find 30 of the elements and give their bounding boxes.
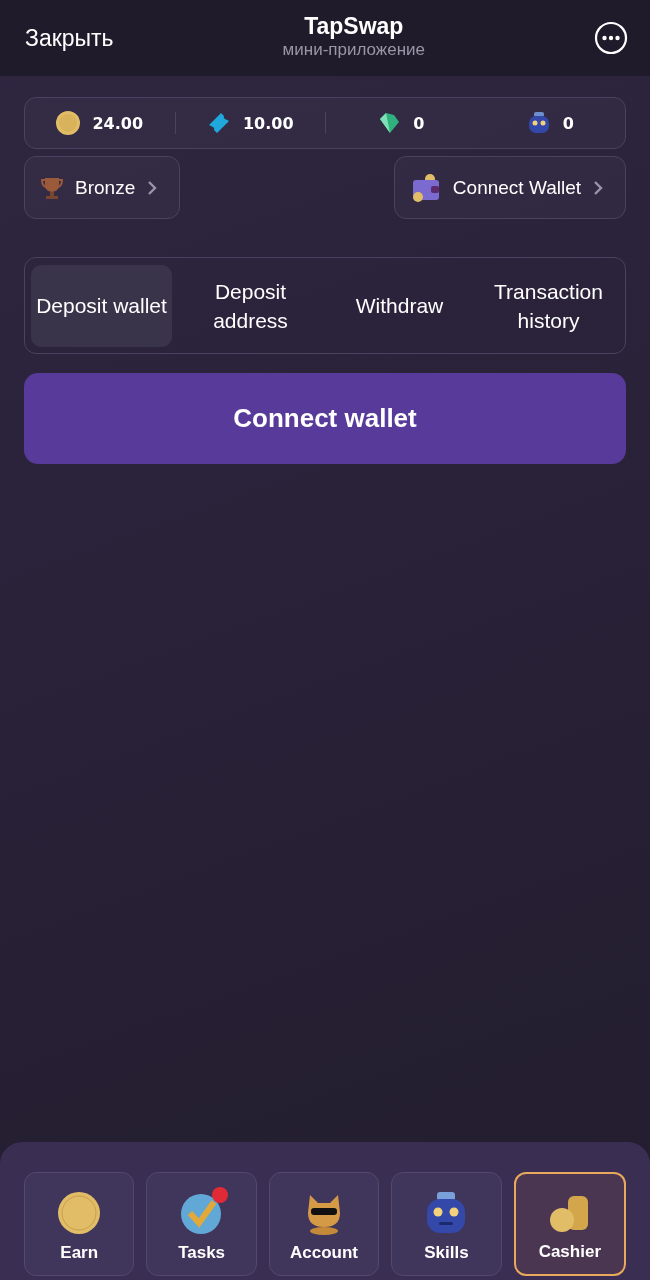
checkmark-icon [179,1191,224,1235]
nav-item[interactable]: Cashier [513,1172,627,1276]
tab[interactable]: Transaction history [478,264,619,347]
balance-value: 0 [413,113,425,133]
balance-value: 0 [562,113,574,133]
chevron-icon [593,179,603,196]
nav-item[interactable]: Earn [24,1172,135,1276]
gem-icon [377,111,402,135]
coin-icon [56,111,81,135]
tab[interactable]: Deposit wallet [31,264,172,347]
app-subtitle: мини-приложение [282,39,425,60]
trophy-icon [41,175,63,200]
wallet-icon [410,172,441,203]
league-button[interactable]: Bronze [24,156,181,219]
more-icon[interactable] [594,21,628,55]
connect-wallet-button[interactable]: Connect wallet [24,373,626,464]
balance-value: 24.00 [92,113,144,133]
connect-wallet-link[interactable]: Connect Wallet [393,156,626,219]
robot-icon [526,111,551,135]
tab[interactable]: Deposit address [180,264,321,347]
nav-item[interactable]: Tasks [146,1172,257,1276]
coin-icon [57,1191,102,1235]
nav-item[interactable]: Skills [391,1172,502,1276]
nav-item[interactable]: Account [268,1172,380,1276]
close-link[interactable]: Закрыть [25,24,114,52]
robot-icon [425,1191,468,1235]
chevron-icon [147,179,158,196]
balance-value: 10.00 [242,113,294,133]
app-title: TapSwap [304,12,404,40]
tab[interactable]: Withdraw [329,264,470,347]
